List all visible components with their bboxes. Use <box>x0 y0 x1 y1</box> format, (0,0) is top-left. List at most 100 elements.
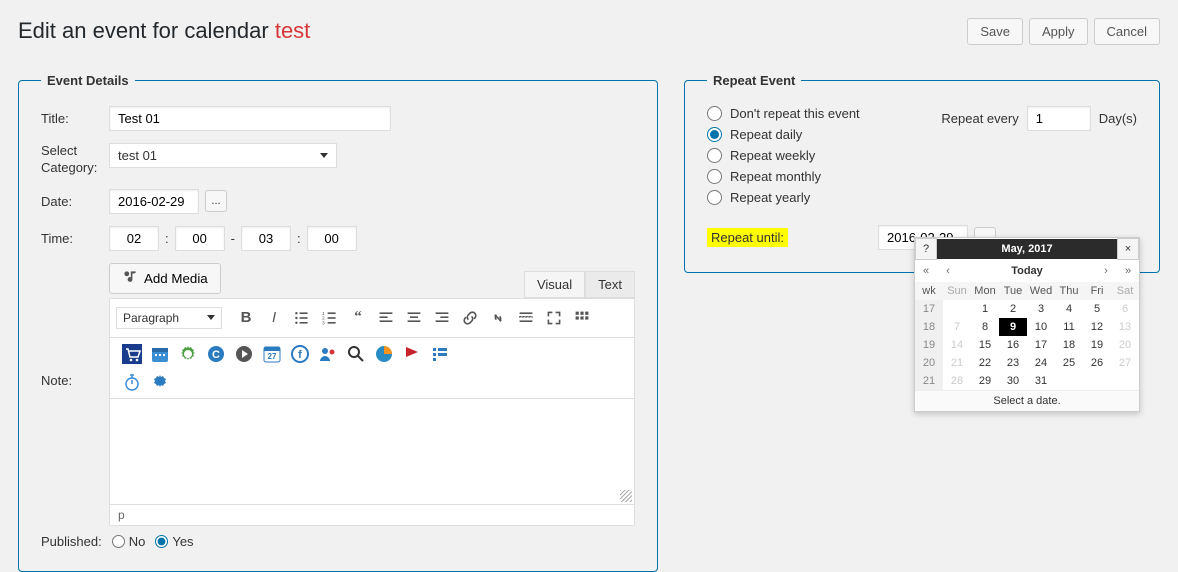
resize-handle-icon[interactable] <box>620 490 632 502</box>
unlink-icon[interactable] <box>485 305 511 331</box>
quote-icon[interactable]: “ <box>345 305 371 331</box>
calendar-week-number: 17 <box>915 300 943 318</box>
toolbar-toggle-icon[interactable] <box>569 305 595 331</box>
calendar-day[interactable]: 31 <box>1027 372 1055 390</box>
calendar-day[interactable]: 20 <box>1111 336 1139 354</box>
search-icon[interactable] <box>346 344 366 364</box>
align-right-icon[interactable] <box>429 305 455 331</box>
time-end-hour[interactable] <box>241 226 291 251</box>
add-media-button[interactable]: Add Media <box>109 263 221 294</box>
numbered-list-icon[interactable]: 123 <box>317 305 343 331</box>
calendar-day[interactable]: 5 <box>1083 300 1111 318</box>
globe-orange-icon[interactable] <box>374 344 394 364</box>
date-label: Date: <box>41 194 109 209</box>
calendar-day[interactable]: 21 <box>943 354 971 372</box>
calendar-next-month[interactable]: › <box>1095 260 1117 282</box>
tab-text[interactable]: Text <box>585 271 635 298</box>
published-no[interactable]: No <box>112 534 146 549</box>
repeat-every-input[interactable] <box>1027 106 1091 131</box>
repeat-until-label: Repeat until: <box>707 228 788 247</box>
calendar-day[interactable]: 3 <box>1027 300 1055 318</box>
stopwatch-icon[interactable] <box>122 372 142 392</box>
calendar-today-button[interactable]: Today <box>959 261 1095 281</box>
calendar-next-year[interactable]: » <box>1117 260 1139 282</box>
cart-icon[interactable] <box>122 344 142 364</box>
calendar-help-button[interactable]: ? <box>915 238 937 260</box>
published-yes[interactable]: Yes <box>155 534 193 549</box>
calendar-day[interactable]: 22 <box>971 354 999 372</box>
calendar-day[interactable]: 10 <box>1027 318 1055 336</box>
globe-c-icon[interactable]: C <box>206 344 226 364</box>
calendar-prev-month[interactable]: ‹ <box>937 260 959 282</box>
calendar-dow: Fri <box>1083 282 1111 300</box>
repeat-yearly[interactable]: Repeat yearly <box>707 190 923 205</box>
chevron-down-icon <box>320 153 328 158</box>
calendar-week-number: 19 <box>915 336 943 354</box>
repeat-daily[interactable]: Repeat daily <box>707 127 923 142</box>
calendar-day[interactable]: 27 <box>1111 354 1139 372</box>
read-more-icon[interactable] <box>513 305 539 331</box>
calendar-day[interactable]: 16 <box>999 336 1027 354</box>
category-select[interactable]: test 01 <box>109 143 337 168</box>
calendar-day[interactable]: 9 <box>999 318 1027 336</box>
italic-icon[interactable]: I <box>261 305 287 331</box>
cancel-button[interactable]: Cancel <box>1094 18 1160 45</box>
calendar-day[interactable]: 18 <box>1055 336 1083 354</box>
calendar-day[interactable]: 14 <box>943 336 971 354</box>
editor-body[interactable] <box>109 399 635 505</box>
time-end-min[interactable] <box>307 226 357 251</box>
tab-visual[interactable]: Visual <box>524 271 585 298</box>
list-blue-icon[interactable] <box>430 344 450 364</box>
calendar-27-icon[interactable]: 27 <box>262 344 282 364</box>
calendar-day[interactable]: 25 <box>1055 354 1083 372</box>
calendar-day[interactable]: 7 <box>943 318 971 336</box>
calendar-month-label[interactable]: May, 2017 <box>937 239 1117 259</box>
gear-green-icon[interactable] <box>178 344 198 364</box>
bold-icon[interactable]: B <box>233 305 259 331</box>
calendar-blue-icon[interactable] <box>150 344 170 364</box>
people-icon[interactable] <box>318 344 338 364</box>
calendar-day[interactable]: 15 <box>971 336 999 354</box>
repeat-monthly[interactable]: Repeat monthly <box>707 169 923 184</box>
date-picker-button[interactable]: ... <box>205 190 227 212</box>
fullscreen-icon[interactable] <box>541 305 567 331</box>
bullet-list-icon[interactable] <box>289 305 315 331</box>
calendar-day[interactable]: 13 <box>1111 318 1139 336</box>
calendar-prev-year[interactable]: « <box>915 260 937 282</box>
align-center-icon[interactable] <box>401 305 427 331</box>
repeat-none[interactable]: Don't repeat this event <box>707 106 923 121</box>
gear-blue-icon[interactable] <box>150 372 170 392</box>
calendar-day[interactable]: 6 <box>1111 300 1139 318</box>
play-circle-icon[interactable] <box>234 344 254 364</box>
link-icon[interactable] <box>457 305 483 331</box>
camera-music-icon <box>122 269 138 288</box>
calendar-day[interactable]: 12 <box>1083 318 1111 336</box>
f-circle-icon[interactable]: f <box>290 344 310 364</box>
apply-button[interactable]: Apply <box>1029 18 1088 45</box>
time-start-min[interactable] <box>175 226 225 251</box>
note-label: Note: <box>41 263 109 526</box>
calendar-day[interactable]: 1 <box>971 300 999 318</box>
save-button[interactable]: Save <box>967 18 1023 45</box>
calendar-day[interactable]: 17 <box>1027 336 1055 354</box>
calendar-day[interactable]: 24 <box>1027 354 1055 372</box>
align-left-icon[interactable] <box>373 305 399 331</box>
calendar-day[interactable]: 28 <box>943 372 971 390</box>
title-input[interactable] <box>109 106 391 131</box>
format-select[interactable]: Paragraph <box>116 307 222 329</box>
calendar-day[interactable]: 11 <box>1055 318 1083 336</box>
calendar-day[interactable]: 26 <box>1083 354 1111 372</box>
svg-text:f: f <box>298 349 302 361</box>
calendar-day[interactable]: 19 <box>1083 336 1111 354</box>
calendar-close-button[interactable]: × <box>1117 238 1139 260</box>
calendar-day[interactable]: 4 <box>1055 300 1083 318</box>
repeat-weekly[interactable]: Repeat weekly <box>707 148 923 163</box>
date-input[interactable] <box>109 189 199 214</box>
calendar-day[interactable]: 29 <box>971 372 999 390</box>
calendar-day[interactable]: 8 <box>971 318 999 336</box>
flag-red-icon[interactable] <box>402 344 422 364</box>
calendar-day[interactable]: 30 <box>999 372 1027 390</box>
calendar-day[interactable]: 23 <box>999 354 1027 372</box>
calendar-day[interactable]: 2 <box>999 300 1027 318</box>
time-start-hour[interactable] <box>109 226 159 251</box>
